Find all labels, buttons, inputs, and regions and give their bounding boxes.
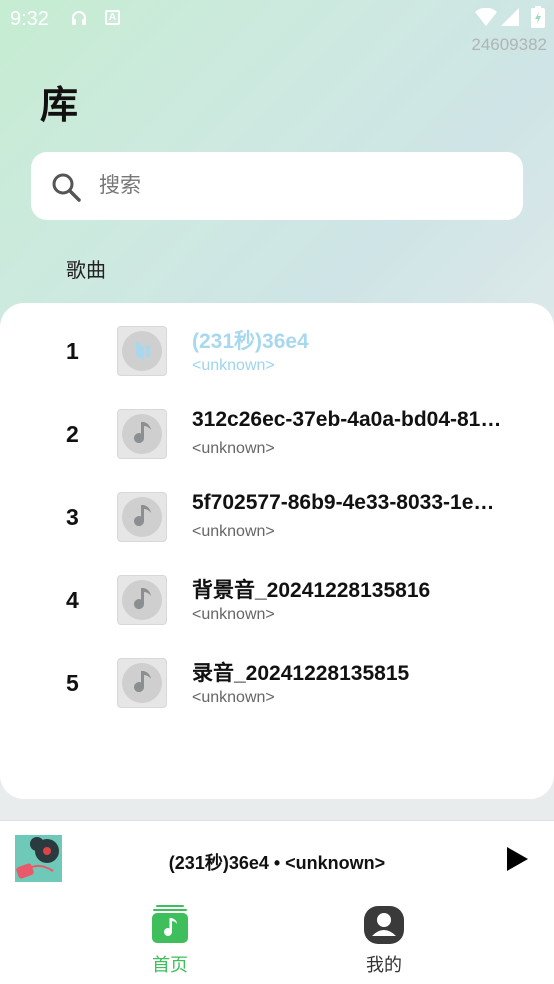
wifi-icon bbox=[475, 8, 497, 26]
battery-icon bbox=[531, 6, 545, 28]
song-artist: <unknown> bbox=[192, 523, 275, 540]
status-bar: 9:32 A 24609382 bbox=[0, 0, 554, 54]
song-index: 4 bbox=[66, 587, 79, 613]
accessibility-icon: A bbox=[105, 10, 120, 25]
song-list: 1 (231秒)36e4 <unknown> 2 312c26ec-37eb-4… bbox=[0, 303, 554, 799]
song-index: 5 bbox=[66, 670, 79, 696]
search-bar[interactable] bbox=[31, 152, 523, 220]
nav-home-label: 首页 bbox=[152, 955, 188, 975]
song-title: 312c26ec-37eb-4a0a-bd04-81… bbox=[192, 408, 502, 431]
song-index: 1 bbox=[66, 338, 79, 364]
song-index: 2 bbox=[66, 421, 79, 447]
song-title: 5f702577-86b9-4e33-8033-1e… bbox=[192, 491, 495, 514]
status-counter: 24609382 bbox=[471, 35, 547, 54]
bottom-nav: 首页 我的 bbox=[0, 896, 554, 984]
profile-icon bbox=[364, 906, 404, 944]
song-title: (231秒)36e4 bbox=[192, 330, 309, 353]
song-row[interactable]: 1 (231秒)36e4 <unknown> bbox=[0, 314, 554, 397]
music-note-icon bbox=[134, 422, 151, 444]
signal-icon bbox=[501, 8, 519, 26]
song-index: 3 bbox=[66, 504, 79, 530]
mini-player[interactable]: (231秒)36e4 • <unknown> bbox=[0, 820, 554, 896]
song-row[interactable]: 2 312c26ec-37eb-4a0a-bd04-81… <unknown> bbox=[0, 397, 554, 480]
search-icon bbox=[52, 173, 81, 202]
song-thumbnail bbox=[117, 326, 167, 376]
play-icon[interactable] bbox=[505, 846, 529, 872]
status-time: 9:32 bbox=[10, 8, 49, 30]
song-artist: <unknown> bbox=[192, 689, 275, 706]
now-playing-text: (231秒)36e4 • <unknown> bbox=[168, 853, 386, 873]
playing-indicator-icon bbox=[136, 341, 150, 361]
music-note-icon bbox=[134, 671, 151, 693]
song-title: 背景音_20241228135816 bbox=[192, 579, 431, 602]
nav-home[interactable]: 首页 bbox=[110, 896, 230, 984]
song-row[interactable]: 5 录音_20241228135815 <unknown> bbox=[0, 646, 554, 729]
song-thumbnail bbox=[117, 658, 167, 708]
headphone-icon bbox=[72, 11, 86, 25]
music-note-icon bbox=[134, 588, 151, 610]
nav-mine[interactable]: 我的 bbox=[324, 896, 444, 984]
nav-mine-label: 我的 bbox=[366, 955, 402, 975]
page-title: 库 bbox=[40, 85, 79, 127]
song-thumbnail bbox=[117, 409, 167, 459]
music-library-icon bbox=[152, 905, 188, 943]
music-note-icon bbox=[134, 505, 151, 527]
song-title: 录音_20241228135815 bbox=[192, 662, 410, 685]
search-input[interactable] bbox=[99, 170, 499, 202]
song-artist: <unknown> bbox=[192, 357, 275, 374]
song-artist: <unknown> bbox=[192, 440, 275, 457]
song-artist: <unknown> bbox=[192, 606, 275, 623]
song-row[interactable]: 3 5f702577-86b9-4e33-8033-1e… <unknown> bbox=[0, 480, 554, 563]
song-thumbnail bbox=[117, 492, 167, 542]
song-row[interactable]: 4 背景音_20241228135816 <unknown> bbox=[0, 563, 554, 646]
section-label-songs: 歌曲 bbox=[66, 260, 106, 282]
song-thumbnail bbox=[117, 575, 167, 625]
